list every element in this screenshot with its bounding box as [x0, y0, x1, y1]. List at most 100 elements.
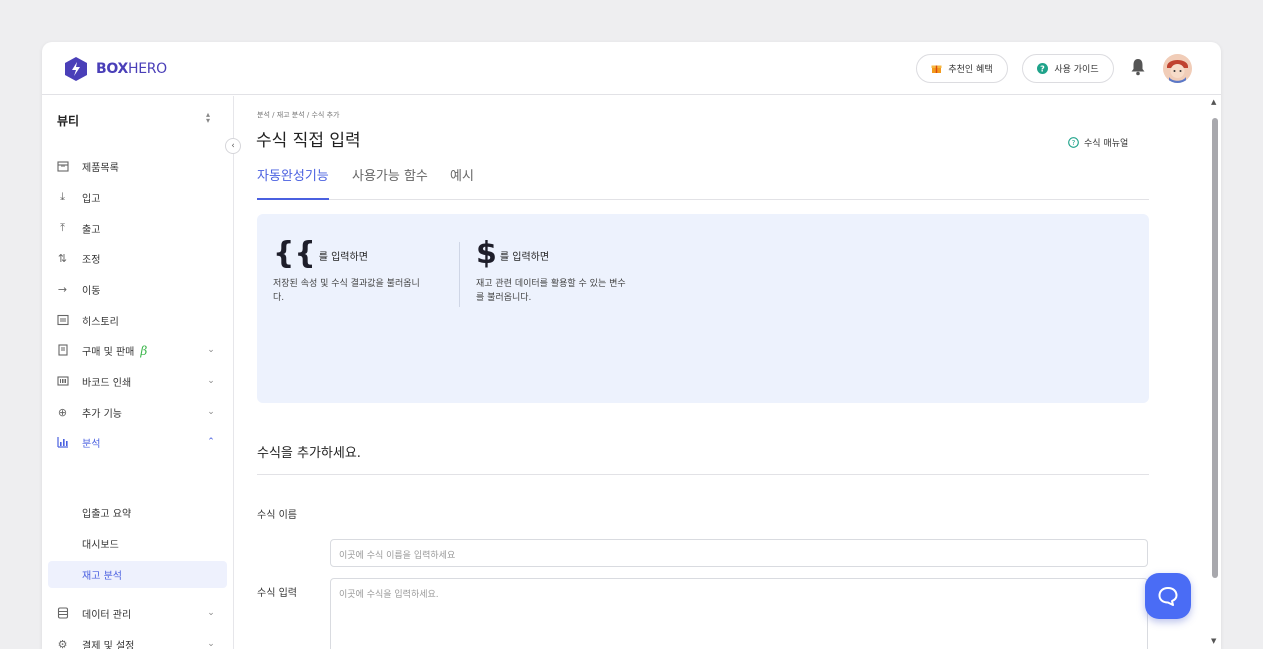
chevron-down-icon: ⌄: [207, 345, 215, 355]
formula-tabs: 자동완성기능 사용가능 함수 예시: [257, 164, 1149, 200]
sidebar-item-purchase-sales[interactable]: 구매 및 판매 β ⌄: [42, 336, 234, 364]
sidebar-subitem-label: 대시보드: [82, 540, 119, 551]
top-bar: BOXHERO 추천인 혜택 ? 사용 가이드: [42, 42, 1221, 95]
sidebar-item-billing-settings[interactable]: ⚙ 결제 및 설정 ⌄: [42, 630, 234, 649]
formula-input-textarea[interactable]: 이곳에 수식을 입력하세요.: [330, 578, 1148, 649]
sidebar-item-label: 입고: [82, 193, 101, 205]
sidebar-item-label: 구매 및 판매: [82, 346, 135, 358]
hint-braces: {{를 입력하면 저장된 속성 및 수식 결과값을 불러옵니다.: [273, 239, 423, 305]
barcode-icon: [56, 375, 69, 388]
scrollbar-thumb[interactable]: [1212, 118, 1218, 578]
autocomplete-info-panel: {{를 입력하면 저장된 속성 및 수식 결과값을 불러옵니다. $ 를 입력하면…: [257, 214, 1149, 403]
chevron-up-icon: ⌃: [207, 437, 215, 447]
database-icon: [56, 607, 69, 620]
sidebar-item-adjust[interactable]: ⇅ 조정: [42, 244, 234, 272]
boxhero-logo-icon: [65, 57, 87, 81]
app-window: BOXHERO 추천인 혜택 ? 사용 가이드 뷰티 ▴ ▾ ‹ 제품목록 ⤓ …: [42, 42, 1221, 649]
sidebar: 뷰티 ▴▾ ‹ 제품목록 ⤓ 입고 ⤒ 출고 ⇅ 조정 → 이동 히스토리 구: [42, 96, 241, 649]
tab-examples[interactable]: 예시: [450, 165, 474, 200]
user-guide-button[interactable]: ? 사용 가이드: [1022, 54, 1114, 83]
sidebar-item-label: 이동: [82, 285, 101, 297]
chat-bubble-icon: [1158, 587, 1178, 606]
section-divider: [257, 474, 1149, 475]
sidebar-item-label: 분석: [82, 438, 101, 450]
scroll-down-icon[interactable]: ▼: [1211, 637, 1216, 645]
sidebar-item-label: 출고: [82, 224, 101, 236]
sidebar-item-barcode-print[interactable]: 바코드 인쇄 ⌄: [42, 367, 234, 395]
scroll-up-icon[interactable]: ▲: [1211, 98, 1216, 106]
formula-manual-link[interactable]: ? 수식 매뉴얼: [1068, 136, 1128, 149]
sidebar-item-move[interactable]: → 이동: [42, 275, 234, 303]
sidebar-item-label: 결제 및 설정: [82, 640, 135, 649]
gift-icon: [931, 63, 942, 74]
hint-description: 재고 관련 데이터를 활용할 수 있는 변수를 불러옵니다.: [476, 279, 626, 303]
formula-input-label: 수식 입력: [257, 588, 297, 599]
svg-text:?: ?: [1041, 64, 1046, 73]
settings-icon: ⚙: [57, 637, 68, 649]
plus-circle-icon: ⊕: [57, 405, 68, 419]
hint-divider: [459, 242, 460, 307]
sidebar-item-stock-in[interactable]: ⤓ 입고: [42, 183, 234, 211]
sidebar-item-stock-out[interactable]: ⤒ 출고: [42, 214, 234, 242]
chevron-down-icon: ⌄: [207, 407, 215, 417]
chevron-down-icon: ⌄: [207, 639, 215, 649]
sidebar-item-label: 바코드 인쇄: [82, 377, 132, 389]
sidebar-item-products[interactable]: 제품목록: [42, 152, 234, 180]
braces-symbol: {{: [273, 236, 316, 271]
hint-title: 를 입력하면: [499, 252, 550, 263]
main-content: 분석 / 재고 분석 / 수식 추가 수식 직접 입력 ? 수식 매뉴얼 자동완…: [235, 96, 1221, 649]
sidebar-item-label: 조정: [82, 254, 101, 266]
sidebar-subitem-label: 입출고 요약: [82, 509, 132, 520]
page-title: 수식 직접 입력: [256, 131, 361, 151]
tab-available-functions[interactable]: 사용가능 함수: [352, 165, 428, 200]
sidebar-item-label: 제품목록: [82, 162, 119, 174]
bell-icon[interactable]: [1130, 58, 1146, 76]
chevron-down-icon: ⌄: [207, 608, 215, 618]
sidebar-item-extra-features[interactable]: ⊕ 추가 기능 ⌄: [42, 398, 234, 426]
logo-text: BOXHERO: [96, 61, 167, 77]
sidebar-item-label: 데이터 관리: [82, 609, 132, 621]
collapse-sidebar-button[interactable]: ‹: [225, 138, 241, 154]
box-icon: [56, 160, 69, 173]
sidebar-item-history[interactable]: 히스토리: [42, 306, 234, 334]
svg-text:?: ?: [1072, 139, 1076, 147]
formula-name-input[interactable]: 이곳에 수식 이름을 입력하세요: [330, 539, 1148, 567]
hint-title: 를 입력하면: [318, 252, 368, 263]
sidebar-item-data-management[interactable]: 데이터 관리 ⌄: [42, 599, 234, 627]
referral-benefit-button[interactable]: 추천인 혜택: [916, 54, 1008, 83]
hint-dollar: $ 를 입력하면 재고 관련 데이터를 활용할 수 있는 변수를 불러옵니다.: [476, 239, 626, 305]
breadcrumb[interactable]: 분석 / 재고 분석 / 수식 추가: [257, 110, 339, 120]
sidebar-item-analysis[interactable]: 분석 ⌃: [42, 428, 234, 456]
help-circle-icon: ?: [1068, 137, 1079, 148]
chat-support-button[interactable]: [1145, 573, 1191, 619]
formula-name-label: 수식 이름: [257, 510, 297, 521]
referral-benefit-label: 추천인 혜택: [948, 65, 993, 75]
formula-manual-label: 수식 매뉴얼: [1084, 139, 1129, 149]
chart-icon: [56, 436, 69, 449]
sidebar-item-label: 추가 기능: [82, 408, 122, 420]
dollar-symbol: $: [476, 236, 497, 271]
vertical-scrollbar[interactable]: ▲ ▼: [1209, 96, 1221, 649]
sidebar-subitem-label: 재고 분석: [82, 571, 122, 582]
sidebar-subitem-dashboard[interactable]: 대시보드: [48, 530, 227, 557]
document-icon: [56, 344, 69, 357]
user-guide-label: 사용 가이드: [1054, 65, 1099, 75]
arrows-up-down-icon: ⇅: [57, 251, 68, 265]
arrow-down-icon: ⤓: [60, 190, 65, 203]
arrow-up-icon: ⤒: [60, 221, 65, 234]
hint-description: 저장된 속성 및 수식 결과값을 불러옵니다.: [273, 279, 420, 303]
workspace-switch-icon[interactable]: ▴ ▾: [206, 111, 210, 125]
arrow-right-icon: →: [57, 282, 68, 296]
section-title: 수식을 추가하세요.: [257, 446, 361, 461]
history-icon: [56, 314, 69, 327]
sidebar-item-label: 히스토리: [82, 316, 119, 328]
boxhero-logo[interactable]: BOXHERO: [64, 56, 167, 82]
workspace-name[interactable]: 뷰티: [57, 112, 79, 129]
sidebar-subitem-inout-summary[interactable]: 입출고 요약: [48, 499, 227, 526]
sidebar-subitem-inventory-analysis[interactable]: 재고 분석: [48, 561, 227, 588]
chevron-left-icon: ‹: [231, 141, 235, 151]
help-circle-icon: ?: [1037, 63, 1049, 74]
user-avatar[interactable]: [1163, 54, 1192, 83]
tab-autocomplete[interactable]: 자동완성기능: [257, 165, 329, 200]
beta-badge: β: [140, 343, 148, 358]
